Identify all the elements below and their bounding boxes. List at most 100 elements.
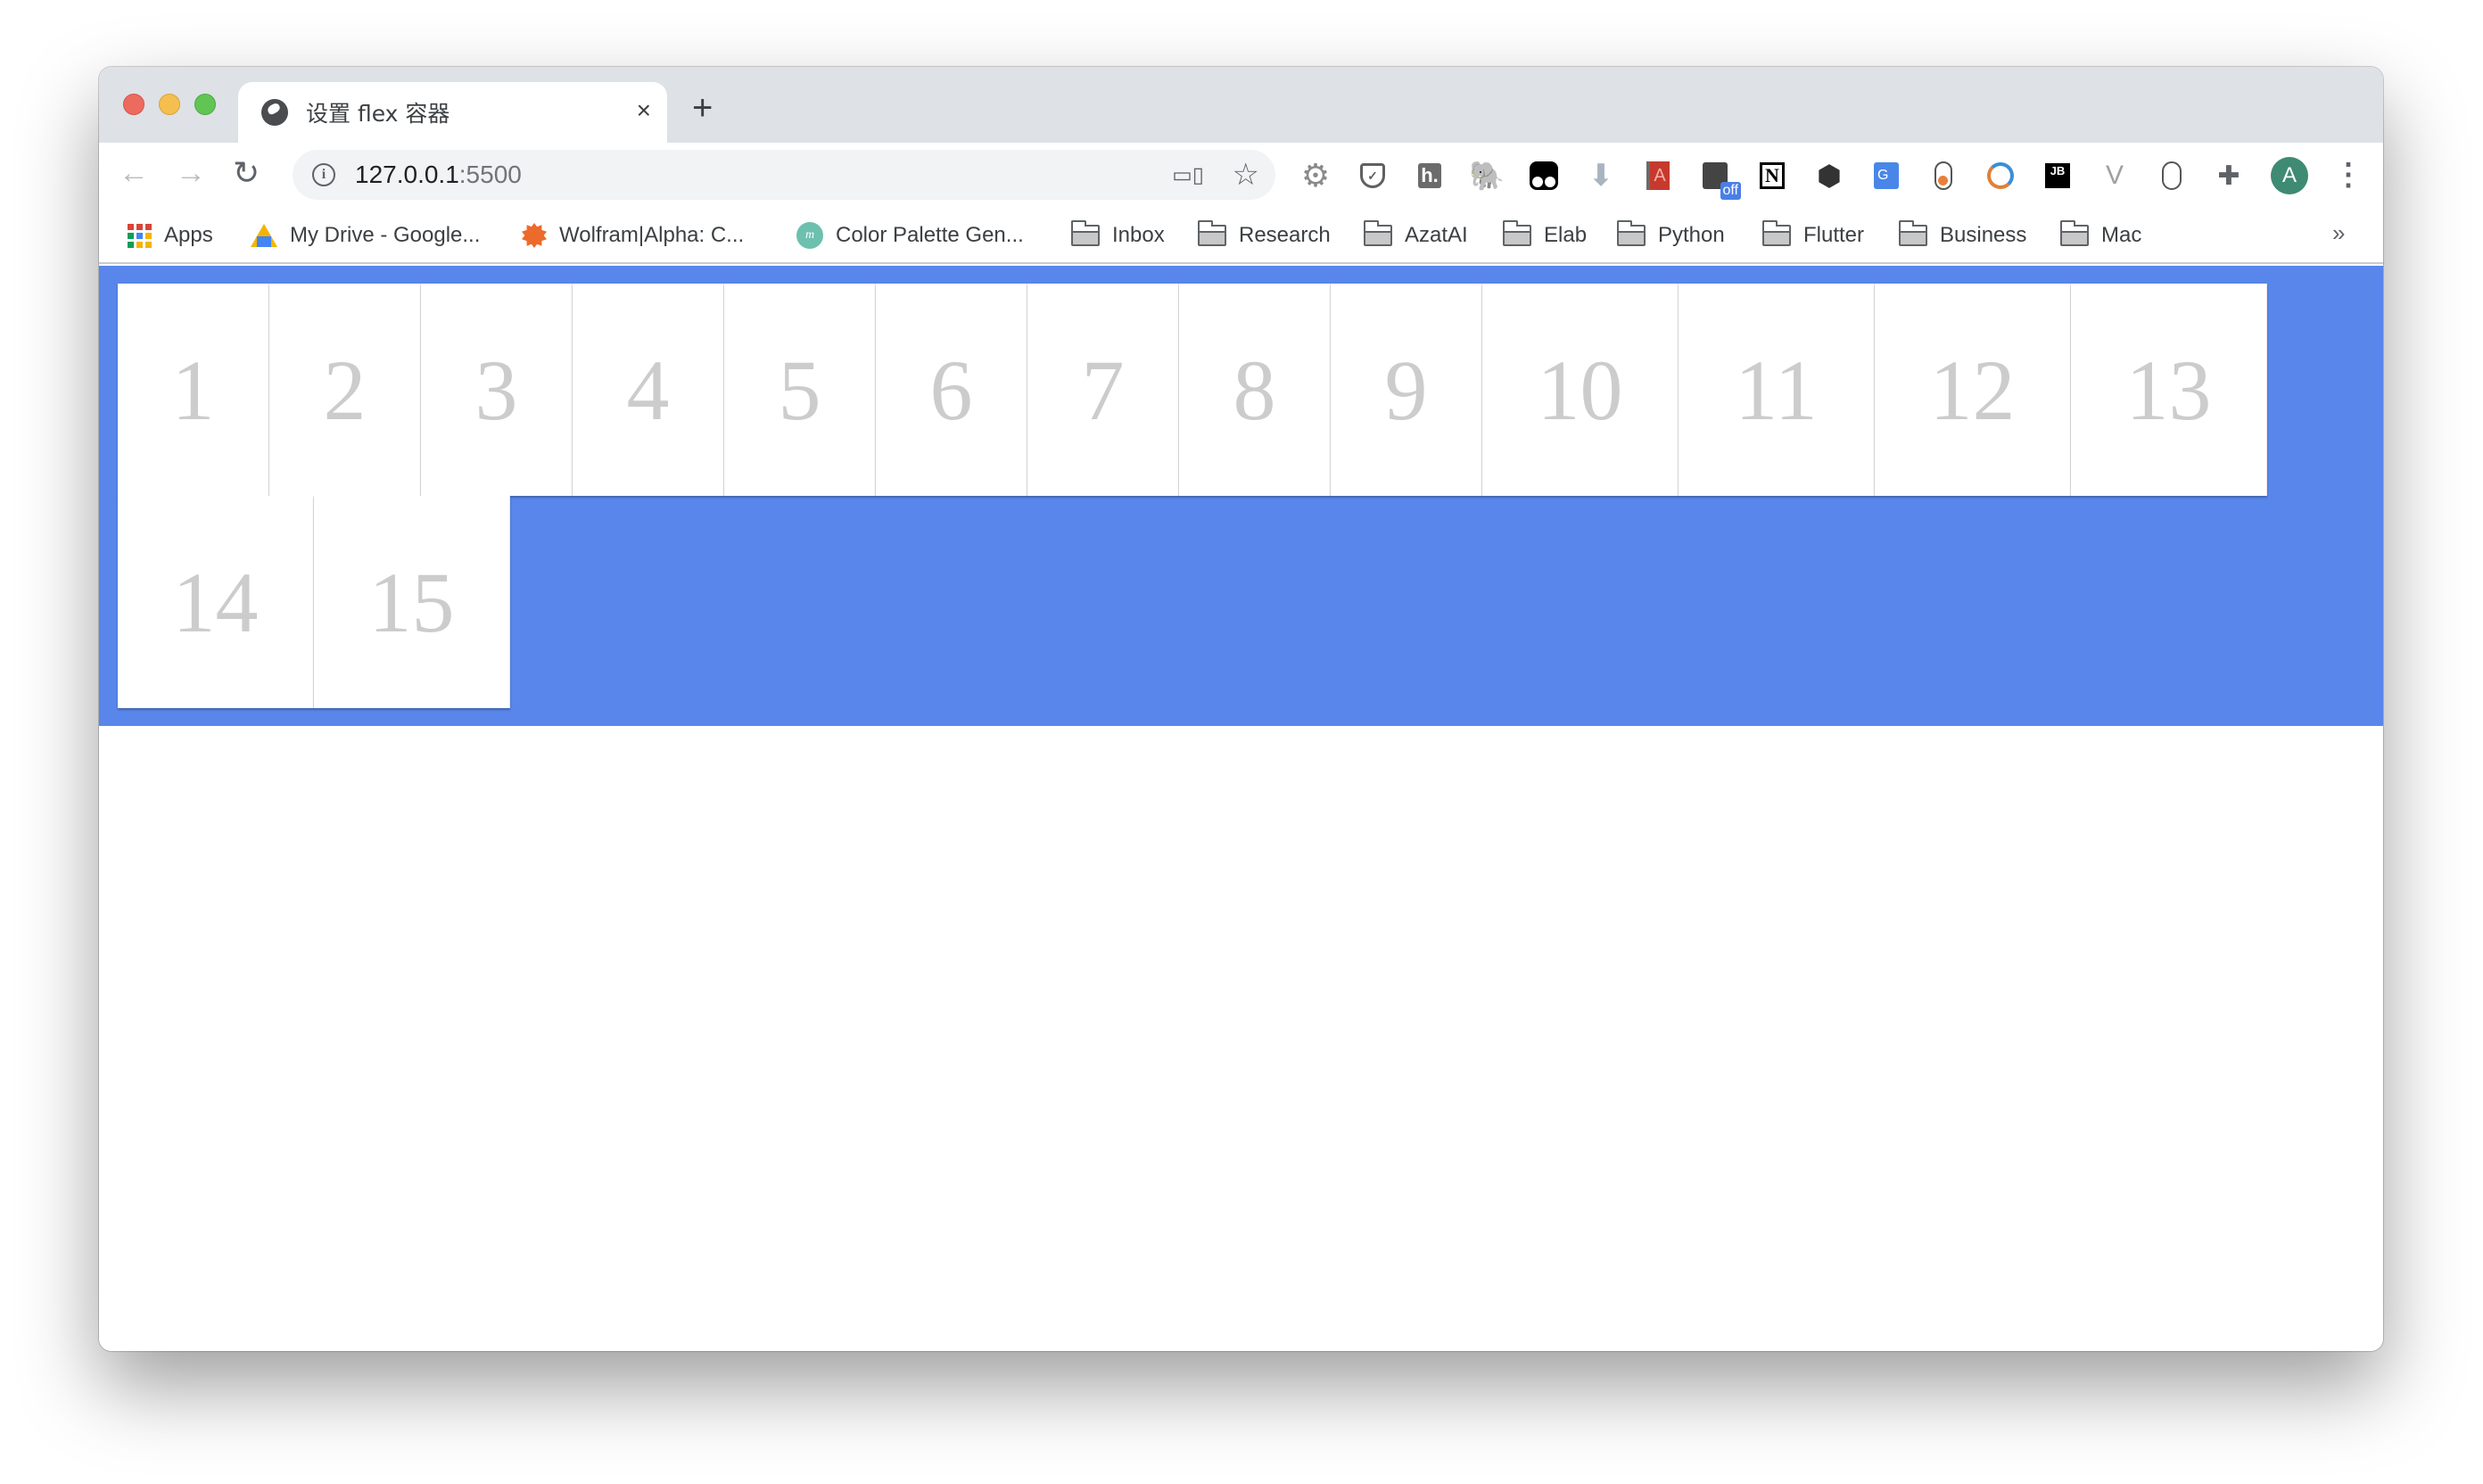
tab-title: 设置 flex 容器: [306, 101, 450, 127]
bookmark-star-icon[interactable]: ☆: [1233, 157, 1259, 193]
bookmark-my-drive[interactable]: My Drive - Google...: [251, 221, 480, 250]
hypothesis-extension-icon[interactable]: h.: [1415, 161, 1445, 191]
bookmark-color-palette[interactable]: m Color Palette Gen...: [796, 221, 1024, 250]
back-button[interactable]: ←: [119, 155, 149, 191]
folder-icon: [1363, 220, 1392, 246]
flex-item: 13: [2071, 284, 2267, 496]
bookmark-label: Wolfram|Alpha: C...: [559, 223, 745, 247]
notion-glyph: N: [1760, 162, 1785, 189]
new-tab-button[interactable]: +: [692, 90, 713, 126]
sync-glyph: [1987, 162, 2014, 189]
bookmark-folder-business[interactable]: Business: [1898, 220, 2026, 250]
flex-item: 10: [1482, 284, 1679, 496]
hypothesis-glyph: h.: [1418, 163, 1441, 188]
bookmark-label: Apps: [164, 223, 213, 247]
close-tab-icon[interactable]: ×: [637, 96, 651, 125]
download-extension-icon[interactable]: ⬇: [1586, 159, 1616, 193]
page-content: 1 2 3 4 5 6 7 8 9 10 11 12 13 14 15: [99, 266, 2383, 1351]
site-info-icon[interactable]: i: [312, 163, 335, 186]
bookmark-folder-elab[interactable]: Elab: [1502, 220, 1588, 250]
profile-avatar[interactable]: A: [2271, 157, 2308, 194]
palette-icon: m: [796, 222, 823, 249]
settings-gear-extension-icon[interactable]: ⚙: [1300, 157, 1331, 194]
flex-item: 5: [724, 284, 876, 496]
bookmark-folder-azatai[interactable]: AzatAI: [1363, 220, 1468, 250]
pocket-extension-icon[interactable]: ✓: [1357, 161, 1388, 191]
vue-devtools-extension-icon[interactable]: V: [2099, 161, 2130, 191]
flex-item: 15: [314, 496, 510, 708]
address-bar[interactable]: i 127.0.0.1:5500 ▭▯ ☆: [293, 150, 1275, 200]
folder-icon: [1616, 220, 1646, 246]
google-translate-extension-icon[interactable]: G: [1871, 161, 1901, 191]
folder-icon: [1070, 220, 1100, 246]
off-extension-icon[interactable]: off: [1700, 161, 1741, 200]
tampermonkey-glyph: [1530, 161, 1558, 190]
bookmark-label: AzatAI: [1405, 223, 1468, 247]
google-drive-icon: [251, 224, 277, 247]
flex-item: 8: [1179, 284, 1331, 496]
tab-active[interactable]: 设置 flex 容器 ×: [238, 82, 667, 143]
flex-container: 1 2 3 4 5 6 7 8 9 10 11 12 13 14 15: [99, 266, 2383, 726]
folder-icon: [1197, 220, 1226, 246]
evernote-extension-icon[interactable]: 🐘: [1469, 160, 1505, 192]
close-window-button[interactable]: [123, 94, 144, 115]
zoom-window-button[interactable]: [194, 94, 216, 115]
bookmark-label: Research: [1239, 223, 1331, 247]
bookmark-label: Flutter: [1803, 223, 1865, 247]
flex-item: 4: [573, 284, 724, 496]
bookmark-folder-flutter[interactable]: Flutter: [1761, 220, 1865, 250]
folder-icon: [1502, 220, 1531, 246]
flex-item: 9: [1331, 284, 1482, 496]
flex-item: 12: [1875, 284, 2071, 496]
notion-extension-icon[interactable]: N: [1757, 161, 1787, 191]
reader-glyph: A: [1646, 161, 1670, 190]
bookmark-label: Inbox: [1112, 223, 1165, 247]
bookmarks-overflow-button[interactable]: »: [2332, 219, 2345, 247]
flex-item: 7: [1027, 284, 1179, 496]
off-badge: off: [1720, 182, 1741, 200]
translate-glyph: G: [1874, 162, 1899, 189]
extensions-puzzle-icon[interactable]: ✚: [2214, 161, 2244, 191]
bookmark-label: Python: [1658, 223, 1725, 247]
wolfram-icon: [522, 223, 547, 248]
forward-button[interactable]: →: [176, 155, 206, 191]
bookmark-label: Color Palette Gen...: [836, 223, 1024, 247]
devices-icon[interactable]: ▭▯: [1172, 162, 1204, 188]
url-text[interactable]: 127.0.0.1:5500: [355, 161, 522, 189]
bookmark-folder-research[interactable]: Research: [1197, 220, 1331, 250]
flex-item: 6: [876, 284, 1027, 496]
reader-extension-icon[interactable]: A: [1643, 161, 1673, 191]
minimize-window-button[interactable]: [159, 94, 180, 115]
pill-glyph: [1934, 161, 1952, 190]
toolbar: ← → ↻ i 127.0.0.1:5500 ▭▯ ☆ ⚙ ✓ h. 🐘 ⬇ A…: [99, 143, 2383, 207]
bookmark-folder-mac[interactable]: Mac: [2059, 220, 2141, 250]
reload-button[interactable]: ↻: [233, 155, 260, 191]
bookmark-apps[interactable]: Apps: [128, 221, 213, 250]
url-port: :5500: [458, 161, 522, 188]
bookmark-folder-python[interactable]: Python: [1616, 220, 1725, 250]
bookmarks-bar: Apps My Drive - Google... Wolfram|Alpha:…: [99, 207, 2383, 264]
folder-icon: [2059, 220, 2089, 246]
toggle-extension-icon[interactable]: [1928, 161, 1959, 191]
bookmark-folder-inbox[interactable]: Inbox: [1070, 220, 1165, 250]
browser-menu-icon[interactable]: ⋮: [2333, 157, 2363, 193]
flex-item: 11: [1679, 284, 1875, 496]
cube-extension-icon[interactable]: ⬢: [1814, 160, 1844, 192]
flex-item: 14: [118, 496, 314, 708]
flex-item: 3: [421, 284, 573, 496]
flex-item: 2: [269, 284, 421, 496]
folder-icon: [1761, 220, 1791, 246]
bookmark-wolfram-alpha[interactable]: Wolfram|Alpha: C...: [522, 221, 744, 250]
folder-icon: [1898, 220, 1927, 246]
mouse-extension-icon[interactable]: [2157, 161, 2187, 191]
jetbrains-extension-icon[interactable]: JB: [2042, 161, 2073, 191]
globe-icon: [261, 99, 288, 126]
browser-window: 设置 flex 容器 × + ← → ↻ i 127.0.0.1:5500 ▭▯…: [99, 67, 2383, 1351]
pocket-glyph: ✓: [1360, 163, 1385, 188]
bookmark-label: My Drive - Google...: [290, 223, 481, 247]
tampermonkey-extension-icon[interactable]: [1529, 161, 1559, 191]
bookmark-label: Elab: [1544, 223, 1588, 247]
apps-grid-icon: [128, 223, 152, 248]
mouse-glyph: [2162, 161, 2182, 190]
sync-extension-icon[interactable]: [1985, 161, 2016, 191]
